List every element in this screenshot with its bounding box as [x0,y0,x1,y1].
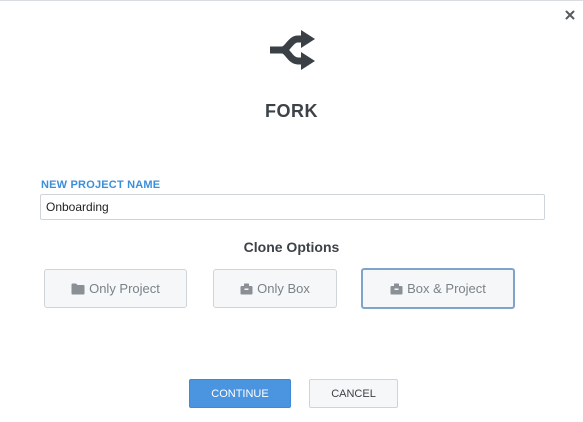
close-button[interactable] [562,7,578,23]
only-box-option[interactable]: Only Box [213,269,337,308]
only-box-label: Only Box [257,281,310,296]
only-project-option[interactable]: Only Project [44,269,187,308]
folder-icon [71,283,85,294]
project-name-label: NEW PROJECT NAME [41,179,161,191]
cancel-button[interactable]: CANCEL [309,379,398,408]
only-project-label: Only Project [89,281,160,296]
fork-dialog: FORK NEW PROJECT NAME Clone Options Only… [0,0,583,422]
box-icon [390,283,403,294]
box-icon [240,283,253,294]
close-icon [565,10,575,20]
continue-button[interactable]: CONTINUE [189,379,291,408]
fork-icon [270,30,315,70]
project-name-input[interactable] [40,194,545,220]
dialog-title: FORK [265,101,318,121]
box-and-project-option[interactable]: Box & Project [361,268,515,309]
box-and-project-label: Box & Project [407,281,486,296]
clone-options-heading: Clone Options [243,239,340,255]
